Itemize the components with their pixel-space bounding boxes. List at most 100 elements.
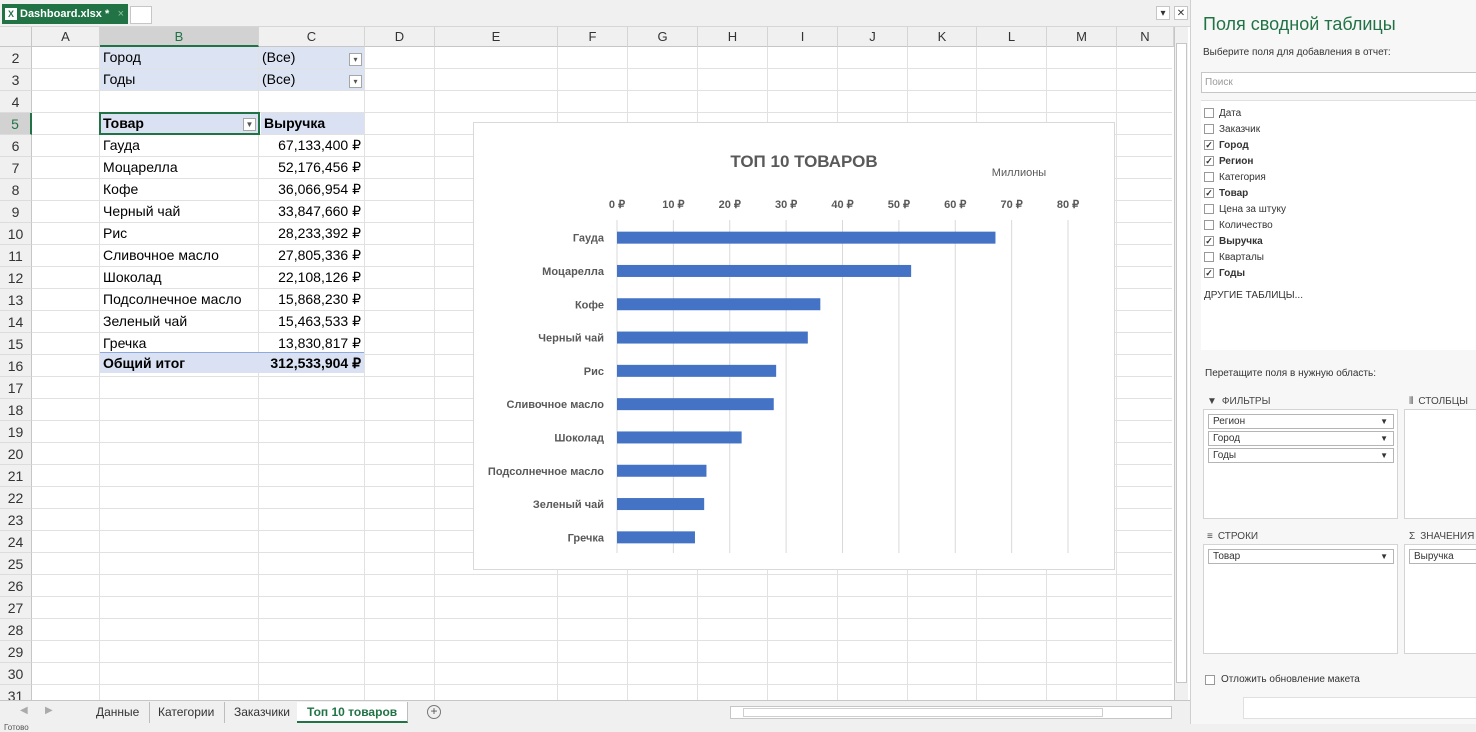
sheet-tab-top10[interactable]: Топ 10 товаров — [297, 702, 409, 723]
row-header-25[interactable]: 25 — [0, 553, 32, 575]
field-item[interactable]: ✓ Выручка — [1204, 234, 1263, 248]
field-checkbox[interactable]: ✓ — [1204, 140, 1214, 150]
field-item[interactable]: Кварталы — [1204, 250, 1264, 264]
columns-drop-area[interactable] — [1404, 409, 1476, 519]
pivot-row-revenue[interactable]: 36,066,954 ₽ — [259, 179, 364, 200]
field-item[interactable]: ✓ Регион — [1204, 154, 1253, 168]
filter-field-years[interactable]: Годы ▼ — [1208, 448, 1394, 463]
field-item[interactable]: Заказчик — [1204, 122, 1260, 136]
more-tables-link[interactable]: ДРУГИЕ ТАБЛИЦЫ... — [1204, 290, 1303, 301]
dropdown-arrow-icon[interactable]: ▼ — [1380, 432, 1388, 445]
horizontal-scrollbar[interactable] — [730, 706, 1172, 719]
pivot-row-product[interactable]: Гауда — [100, 135, 258, 156]
prev-sheet-icon[interactable]: ◀ — [20, 705, 28, 716]
column-header-a[interactable]: A — [32, 27, 100, 47]
pivot-header-revenue[interactable]: Выручка — [261, 113, 364, 134]
value-field-revenue[interactable]: Выручка — [1409, 549, 1476, 564]
column-header-h[interactable]: H — [698, 27, 768, 47]
row-header-17[interactable]: 17 — [0, 377, 32, 399]
row-header-4[interactable]: 4 — [0, 91, 32, 113]
sheet-tab-customers[interactable]: Заказчики — [224, 702, 301, 723]
dropdown-arrow-icon[interactable]: ▼ — [1380, 415, 1388, 428]
field-item[interactable]: Дата — [1204, 106, 1241, 120]
row-header-3[interactable]: 3 — [0, 69, 32, 91]
dropdown-arrow-icon[interactable]: ▼ — [1380, 449, 1388, 462]
row-field-product[interactable]: Товар ▼ — [1208, 549, 1394, 564]
defer-update-option[interactable]: Отложить обновление макета — [1205, 674, 1360, 685]
column-header-g[interactable]: G — [628, 27, 698, 47]
field-item[interactable]: ✓ Город — [1204, 138, 1249, 152]
row-header-24[interactable]: 24 — [0, 531, 32, 553]
pivot-row-product[interactable]: Кофе — [100, 179, 258, 200]
field-checkbox[interactable] — [1204, 252, 1214, 262]
pivot-row-revenue[interactable]: 13,830,817 ₽ — [259, 333, 364, 354]
pivot-row-revenue[interactable]: 28,233,392 ₽ — [259, 223, 364, 244]
pivot-row-product[interactable]: Гречка — [100, 333, 258, 354]
row-header-27[interactable]: 27 — [0, 597, 32, 619]
row-header-21[interactable]: 21 — [0, 465, 32, 487]
column-header-m[interactable]: M — [1047, 27, 1117, 47]
horizontal-scroll-thumb[interactable] — [743, 708, 1103, 717]
row-header-22[interactable]: 22 — [0, 487, 32, 509]
field-checkbox[interactable] — [1204, 124, 1214, 134]
sheet-tab-categories[interactable]: Категории — [148, 702, 226, 723]
top10-bar-chart[interactable]: ТОП 10 ТОВАРОВ Миллионы 0 ₽ 10 ₽ 20 ₽ 30 ₽ 40 … — [473, 122, 1115, 570]
field-checkbox[interactable]: ✓ — [1204, 268, 1214, 278]
pivot-row-product[interactable]: Рис — [100, 223, 258, 244]
row-header-6[interactable]: 6 — [0, 135, 32, 157]
row-header-10[interactable]: 10 — [0, 223, 32, 245]
column-header-c[interactable]: C — [259, 27, 365, 47]
add-sheet-icon[interactable]: + — [427, 705, 441, 719]
pivot-row-revenue[interactable]: 33,847,660 ₽ — [259, 201, 364, 222]
pivot-row-product[interactable]: Шоколад — [100, 267, 258, 288]
field-checkbox[interactable] — [1204, 108, 1214, 118]
field-item[interactable]: Цена за штуку — [1204, 202, 1286, 216]
row-header-12[interactable]: 12 — [0, 267, 32, 289]
pivot-row-product[interactable]: Сливочное масло — [100, 245, 258, 266]
vertical-scroll-thumb[interactable] — [1176, 43, 1187, 683]
field-item[interactable]: Количество — [1204, 218, 1273, 232]
row-header-23[interactable]: 23 — [0, 509, 32, 531]
field-checkbox[interactable] — [1204, 172, 1214, 182]
pivot-row-revenue[interactable]: 52,176,456 ₽ — [259, 157, 364, 178]
pivot-row-revenue[interactable]: 22,108,126 ₽ — [259, 267, 364, 288]
field-checkbox[interactable]: ✓ — [1204, 236, 1214, 246]
row-header-29[interactable]: 29 — [0, 641, 32, 663]
pivot-row-product[interactable]: Моцарелла — [100, 157, 258, 178]
filters-drop-area[interactable]: Регион ▼ Город ▼ Годы ▼ — [1203, 409, 1398, 519]
sheet-tab-data[interactable]: Данные — [86, 702, 151, 723]
row-header-28[interactable]: 28 — [0, 619, 32, 641]
row-header-11[interactable]: 11 — [0, 245, 32, 267]
column-header-i[interactable]: I — [768, 27, 838, 47]
rows-drop-area[interactable]: Товар ▼ — [1203, 544, 1398, 654]
pivot-row-product[interactable]: Зеленый чай — [100, 311, 258, 332]
dropdown-arrow-icon[interactable]: ▼ — [1380, 550, 1388, 563]
file-tab[interactable]: X Dashboard.xlsx * × — [2, 4, 128, 24]
close-tab-icon[interactable]: × — [118, 8, 124, 20]
pivot-row-revenue[interactable]: 27,805,336 ₽ — [259, 245, 364, 266]
row-header-9[interactable]: 9 — [0, 201, 32, 223]
row-header-16[interactable]: 16 — [0, 355, 32, 377]
field-search-input[interactable]: Поиск — [1201, 72, 1476, 93]
row-header-14[interactable]: 14 — [0, 311, 32, 333]
close-window-icon[interactable]: ✕ — [1174, 6, 1188, 20]
field-checkbox[interactable]: ✓ — [1204, 156, 1214, 166]
pivot-row-product[interactable]: Черный чай — [100, 201, 258, 222]
pivot-row-product[interactable]: Подсолнечное масло — [100, 289, 258, 310]
select-all-corner[interactable] — [0, 27, 32, 47]
row-header-18[interactable]: 18 — [0, 399, 32, 421]
column-header-b[interactable]: B — [100, 27, 259, 47]
values-drop-area[interactable]: Выручка — [1404, 544, 1476, 654]
next-sheet-icon[interactable]: ▶ — [45, 705, 53, 716]
pivot-row-revenue[interactable]: 67,133,400 ₽ — [259, 135, 364, 156]
row-header-8[interactable]: 8 — [0, 179, 32, 201]
row-header-2[interactable]: 2 — [0, 47, 32, 69]
row-header-5[interactable]: 5 — [0, 113, 32, 135]
row-header-15[interactable]: 15 — [0, 333, 32, 355]
column-header-k[interactable]: K — [908, 27, 977, 47]
field-item[interactable]: Категория — [1204, 170, 1266, 184]
field-checkbox[interactable] — [1204, 204, 1214, 214]
column-header-d[interactable]: D — [365, 27, 435, 47]
filter-dropdown-icon[interactable]: ▾ — [349, 53, 362, 66]
new-tab-button[interactable] — [130, 6, 152, 24]
